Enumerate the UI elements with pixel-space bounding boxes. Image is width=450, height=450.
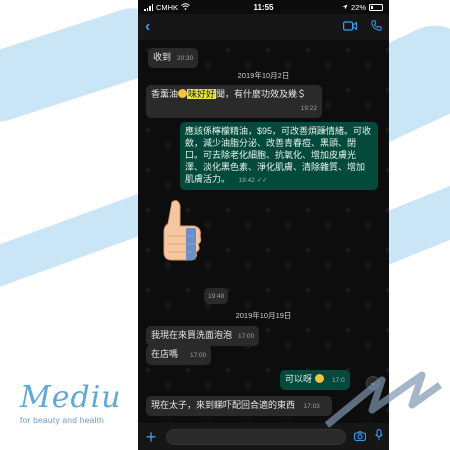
status-bar: CMHK 11:55 22% (138, 0, 389, 14)
microphone-icon[interactable] (375, 428, 383, 446)
message-text: 收到 (153, 52, 172, 62)
message-input[interactable] (166, 428, 346, 445)
highlighted-text: 味好好 (187, 89, 217, 99)
message-incoming: 我現在來買洗面泡泡 17:00 (146, 326, 260, 346)
message-text: 我現在來買洗面泡泡 (151, 330, 233, 340)
video-call-icon[interactable] (343, 18, 357, 36)
promo-canvas: CMHK 11:55 22% ‹ 收到 20:30 2019年10月2日 香薰油… (0, 0, 450, 450)
back-chevron-icon[interactable]: ‹ (145, 18, 165, 36)
location-icon (342, 3, 348, 12)
message-incoming: 現在太子，來到睇吓配回合適的東西 17:03 (146, 396, 332, 416)
message-time: 19:22 (300, 105, 317, 112)
emoji-icon (178, 89, 188, 98)
message-outgoing: 應該係檸檬精油，$95，可改善煩躁情緒。可收斂，減少油脂分泌、改善青春痘、黑頭、… (180, 122, 378, 190)
message-text: 在店嗎 (151, 349, 179, 359)
message-incoming: 收到 20:30 (148, 48, 199, 68)
brand-logo: Mediu for beauty and health (20, 380, 122, 426)
thumbs-up-icon (163, 200, 202, 261)
brush-lines-decoration (324, 371, 442, 428)
message-text: 聞，有什麼功效及幾＄ (216, 89, 307, 99)
signal-icon (144, 3, 153, 11)
carrier-label: CMHK (156, 2, 179, 12)
chat-header: ‹ (138, 14, 389, 40)
date-separator: 2019年10月2日 (237, 71, 290, 80)
message-time: 20:30 (177, 55, 194, 62)
message-text: 香薰油 (151, 89, 179, 99)
battery-icon (369, 3, 383, 11)
message-text: 可以呀 (285, 374, 313, 384)
message-text: 應該係檸檬精油，$95，可改善煩躁情緒。可收斂，減少油脂分泌、改善青春痘、黑頭、… (185, 126, 372, 184)
sticker-time: 19:48 (204, 288, 229, 304)
logo-wordmark: Mediu (20, 380, 122, 415)
status-time: 11:55 (253, 2, 274, 12)
message-incoming: 香薰油 味好好聞，有什麼功效及幾＄ 19:22 (146, 85, 322, 118)
wifi-icon (181, 2, 190, 12)
logo-tagline: for beauty and health (20, 415, 105, 425)
phone-icon[interactable] (371, 18, 382, 36)
message-time: 17:00 (238, 333, 255, 340)
message-time: 17:00 (190, 352, 207, 359)
message-time: 17:03 (303, 403, 320, 410)
battery-percent: 22% (350, 2, 366, 12)
message-text: 現在太子，來到睇吓配回合適的東西 (151, 400, 296, 410)
message-incoming: 在店嗎 17:00 (146, 345, 212, 365)
plus-icon[interactable]: + (144, 428, 158, 446)
read-receipt-icon: ✓✓ (256, 177, 268, 184)
message-time: 19:42 (238, 177, 255, 184)
camera-icon[interactable] (354, 428, 366, 446)
message-time: 19:48 (208, 293, 225, 300)
date-separator: 2019年10月19日 (235, 311, 292, 320)
chat-messages[interactable]: 收到 20:30 2019年10月2日 香薰油 味好好聞，有什麼功效及幾＄ 19:2… (138, 40, 389, 423)
